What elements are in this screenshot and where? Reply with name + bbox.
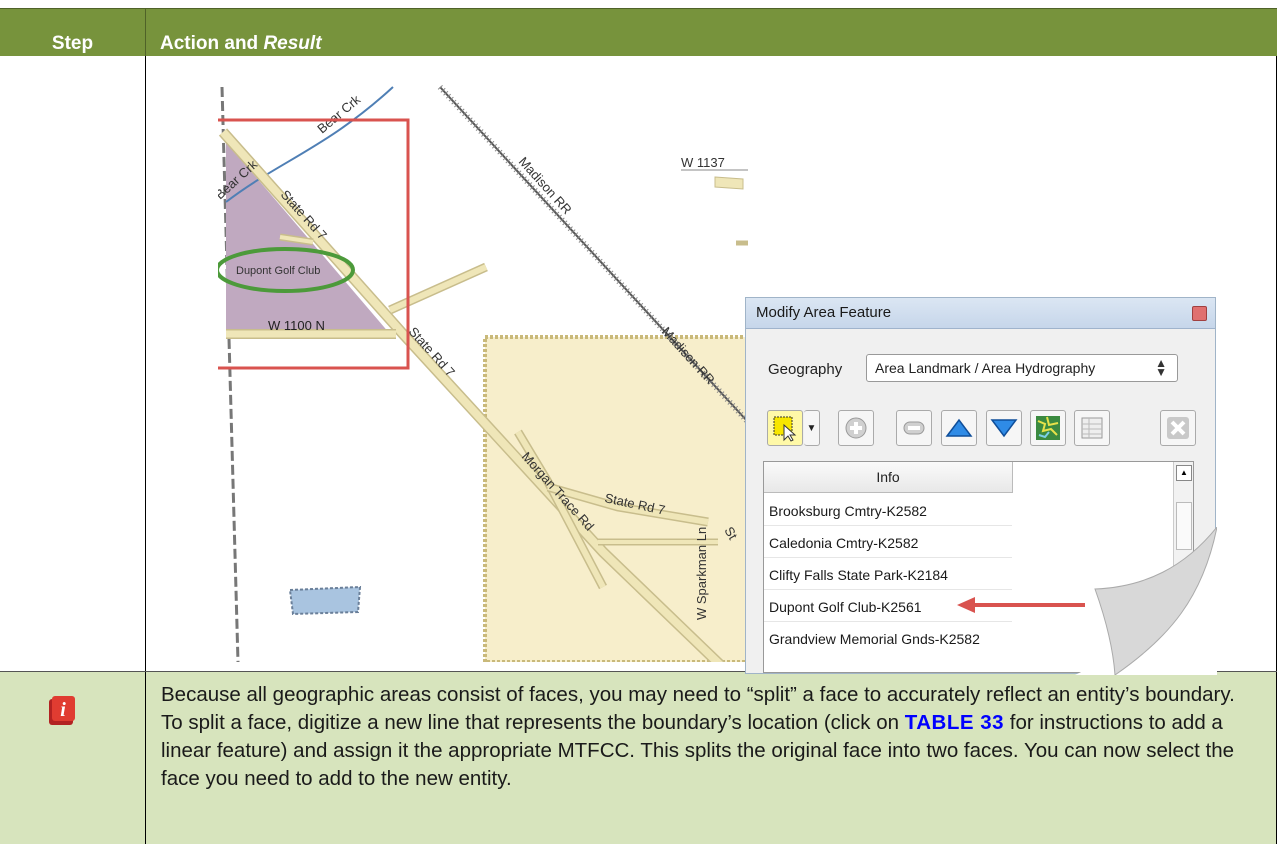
close-icon[interactable] [1192,306,1207,321]
table-icon [1081,417,1103,439]
dialog-title-bar: Modify Area Feature [746,298,1215,329]
action-header-label: Action and [160,33,264,54]
list-item[interactable]: Caledonia Cmtry-K2582 [769,535,918,551]
page-curl-decoration [1075,527,1217,675]
list-item-selected[interactable]: Dupont Golf Club-K2561 [769,599,922,615]
info-note-text: Because all geographic areas consist of … [161,681,1261,793]
add-button[interactable] [838,410,874,446]
list-separator [764,621,1012,622]
geography-select[interactable]: Area Landmark / Area Hydrography ▲ ▼ [866,354,1178,382]
move-up-icon [945,418,973,437]
column-divider [145,56,146,671]
dropdown-arrow-icon: ▼ [806,422,817,434]
table-header: Step Action and Result [0,8,1277,57]
column-divider [145,672,146,844]
select-tool-dropdown[interactable]: ▼ [804,410,820,446]
list-separator [764,557,1012,558]
action-column-header: Action and Result [160,9,322,57]
pointer-arrow-icon [957,597,1085,613]
delete-button[interactable] [1160,410,1196,446]
map-icon [1036,416,1060,440]
add-icon [845,417,867,439]
w-sparkman-ln-label: W Sparkman Ln [694,527,709,620]
info-icon: i [49,696,75,725]
list-item[interactable]: Grandview Memorial Gnds-K2582 [769,631,980,647]
list-item[interactable]: Clifty Falls State Park-K2184 [769,567,948,583]
dupont-golf-club-label: Dupont Golf Club [236,265,320,277]
select-arrows-icon: ▲ ▼ [1155,356,1167,379]
delete-icon [1167,417,1189,439]
svg-text:i: i [60,699,66,721]
column-divider [145,9,146,57]
water-body [288,585,362,616]
info-column-header: Info [876,469,900,485]
list-separator [764,525,1012,526]
result-header-label: Result [263,33,322,54]
w1100n-label: W 1100 N [268,318,325,333]
remove-button[interactable] [896,410,932,446]
list-header[interactable]: Info [764,462,1013,493]
list-separator [764,589,1012,590]
list-item[interactable]: Brooksburg Cmtry-K2582 [769,503,927,519]
table-33-link[interactable]: TABLE 33 [905,711,1004,734]
dialog-title: Modify Area Feature [756,304,892,321]
w1137-label: W 1137 [681,155,725,170]
geography-selected-value: Area Landmark / Area Hydrography [875,360,1096,376]
remove-icon [903,421,925,435]
step-column-header: Step [51,33,94,54]
map-view-button[interactable] [1030,410,1066,446]
move-down-button[interactable] [986,410,1022,446]
attribute-table-button[interactable] [1074,410,1110,446]
scroll-up-icon[interactable]: ▲ [1176,465,1192,481]
move-down-icon [990,419,1018,438]
select-icon [773,416,797,442]
move-up-button[interactable] [941,410,977,446]
modify-area-feature-dialog: Modify Area Feature Geography Area Landm… [745,297,1217,675]
select-tool-button[interactable] [767,410,803,446]
info-note-row: i Because all geographic areas consist o… [0,671,1277,844]
geography-label: Geography [768,361,843,378]
